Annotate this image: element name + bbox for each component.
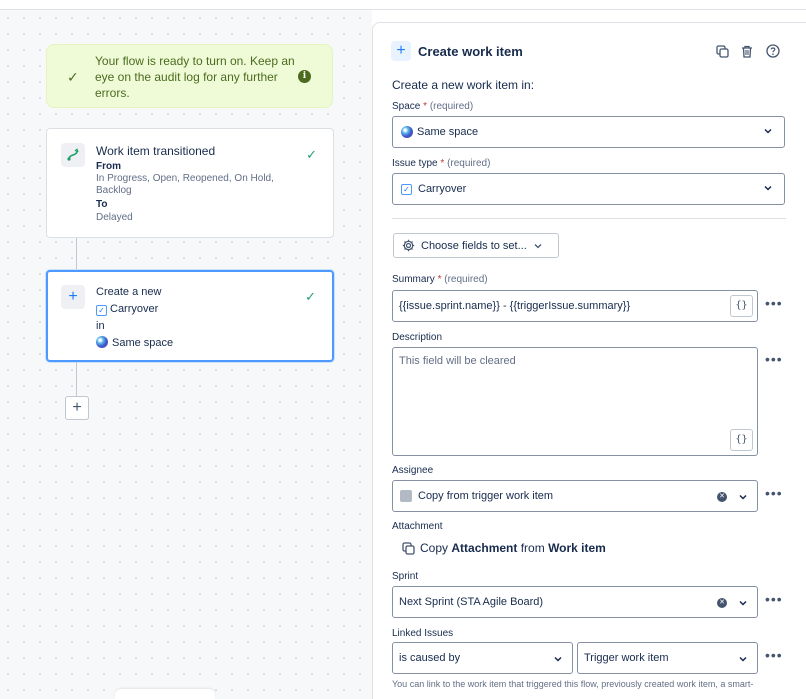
check-icon: ✓	[67, 69, 79, 85]
linked-issues-label: Linked Issues	[392, 628, 454, 639]
flow-connector	[76, 238, 77, 270]
clear-icon[interactable]: ✕	[717, 492, 727, 502]
trigger-to-label: To	[96, 199, 108, 210]
chevron-down-icon	[764, 128, 772, 134]
assignee-value: Copy from trigger work item	[418, 490, 554, 502]
smart-value-button[interactable]: {}	[730, 429, 753, 451]
summary-value: {{issue.sprint.name}} - {{triggerIssue.s…	[399, 300, 631, 312]
space-label: Space * (required)	[392, 101, 474, 112]
space-avatar-icon	[401, 126, 413, 138]
link-type-value: is caused by	[399, 652, 461, 664]
chevron-down-icon	[554, 656, 562, 662]
trash-icon[interactable]	[739, 43, 755, 59]
trigger-node-card[interactable]: Work item transitioned From In Progress,…	[46, 128, 334, 238]
chevron-down-icon	[764, 185, 772, 191]
chevron-down-icon[interactable]	[739, 599, 747, 607]
info-icon[interactable]: i	[298, 70, 311, 83]
check-icon: ✓	[306, 147, 317, 162]
chevron-down-icon[interactable]	[739, 493, 747, 501]
sprint-more-button[interactable]: •••	[765, 591, 783, 607]
help-icon[interactable]	[765, 43, 781, 59]
issue-type-label: Issue type * (required)	[392, 158, 491, 169]
config-panel: + Create work item Create a new work ite…	[372, 22, 806, 699]
panel-title: Create work item	[418, 44, 523, 59]
action-in-label: in	[96, 320, 105, 332]
space-select-value: Same space	[417, 126, 479, 138]
trigger-from-value: In Progress, Open, Reopened, On Hold, Ba…	[96, 173, 274, 196]
check-icon: ✓	[305, 289, 316, 304]
sprint-select[interactable]: Next Sprint (STA Agile Board) ✕	[392, 586, 758, 618]
action-space: Same space	[96, 336, 173, 349]
chevron-down-icon	[534, 243, 542, 248]
space-avatar-icon	[96, 336, 108, 348]
assignee-label: Assignee	[392, 465, 434, 476]
assignee-more-button[interactable]: •••	[765, 485, 783, 501]
description-more-button[interactable]: •••	[765, 351, 783, 367]
duplicate-icon[interactable]	[714, 43, 730, 59]
flow-ready-banner: ✓ Your flow is ready to turn on. Keep an…	[46, 44, 333, 108]
panel-subtitle: Create a new work item in:	[392, 78, 535, 92]
summary-more-button[interactable]: •••	[765, 295, 783, 311]
link-target-select[interactable]: Trigger work item	[577, 642, 758, 674]
chevron-down-icon	[739, 656, 747, 662]
banner-message: Your flow is ready to turn on. Keep an e…	[95, 54, 295, 100]
flow-canvas[interactable]: ✓ Your flow is ready to turn on. Keep an…	[0, 10, 372, 699]
trigger-from-label: From	[96, 161, 121, 172]
choose-fields-button[interactable]: Choose fields to set...	[393, 233, 559, 258]
choose-fields-label: Choose fields to set...	[421, 239, 527, 252]
description-label: Description	[392, 332, 443, 343]
bottom-tab[interactable]	[115, 689, 215, 699]
description-placeholder: This field will be cleared	[399, 355, 516, 367]
transition-icon	[61, 143, 85, 167]
add-component-button[interactable]: +	[65, 396, 89, 420]
clear-icon[interactable]: ✕	[717, 598, 727, 608]
smart-value-button[interactable]: {}	[730, 295, 753, 317]
action-issue-type: ✓ Carryover	[96, 303, 158, 316]
trigger-to-value: Delayed	[96, 212, 133, 223]
sprint-label: Sprint	[392, 571, 419, 582]
assignee-select[interactable]: Copy from trigger work item ✕	[392, 480, 758, 512]
space-select[interactable]: Same space	[392, 116, 785, 148]
linked-issues-hint: You can link to the work item that trigg…	[392, 679, 754, 689]
sprint-value: Next Sprint (STA Agile Board)	[399, 596, 544, 608]
attachment-label: Attachment	[392, 521, 443, 532]
plus-icon: +	[61, 285, 85, 309]
checkbox-icon: ✓	[96, 305, 107, 316]
flow-connector	[76, 362, 77, 396]
summary-input[interactable]: {{issue.sprint.name}} - {{triggerIssue.s…	[392, 290, 758, 322]
link-target-value: Trigger work item	[584, 652, 669, 664]
linked-issues-more-button[interactable]: •••	[765, 647, 783, 663]
description-textarea[interactable]: This field will be cleared {}	[392, 347, 758, 456]
plus-icon: +	[391, 41, 411, 61]
action-line: Create a new	[96, 286, 162, 298]
top-bar	[0, 0, 806, 10]
issue-type-select-value: Carryover	[418, 183, 467, 195]
user-avatar-icon	[400, 490, 412, 502]
trigger-title: Work item transitioned	[96, 144, 216, 158]
issue-type-select[interactable]: ✓ Carryover	[392, 173, 785, 205]
link-type-select[interactable]: is caused by	[392, 642, 573, 674]
gear-icon	[402, 239, 415, 252]
copy-icon	[402, 541, 415, 555]
summary-label: Summary * (required)	[392, 274, 488, 285]
attachment-copy-line: Copy Attachment from Work item	[402, 541, 606, 555]
action-issue-type-label: Carryover	[110, 303, 159, 315]
action-node-card[interactable]: + Create a new ✓ Carryover in Same space …	[46, 270, 334, 362]
divider	[392, 218, 786, 219]
action-space-label: Same space	[112, 337, 174, 349]
checkbox-icon: ✓	[401, 183, 412, 195]
